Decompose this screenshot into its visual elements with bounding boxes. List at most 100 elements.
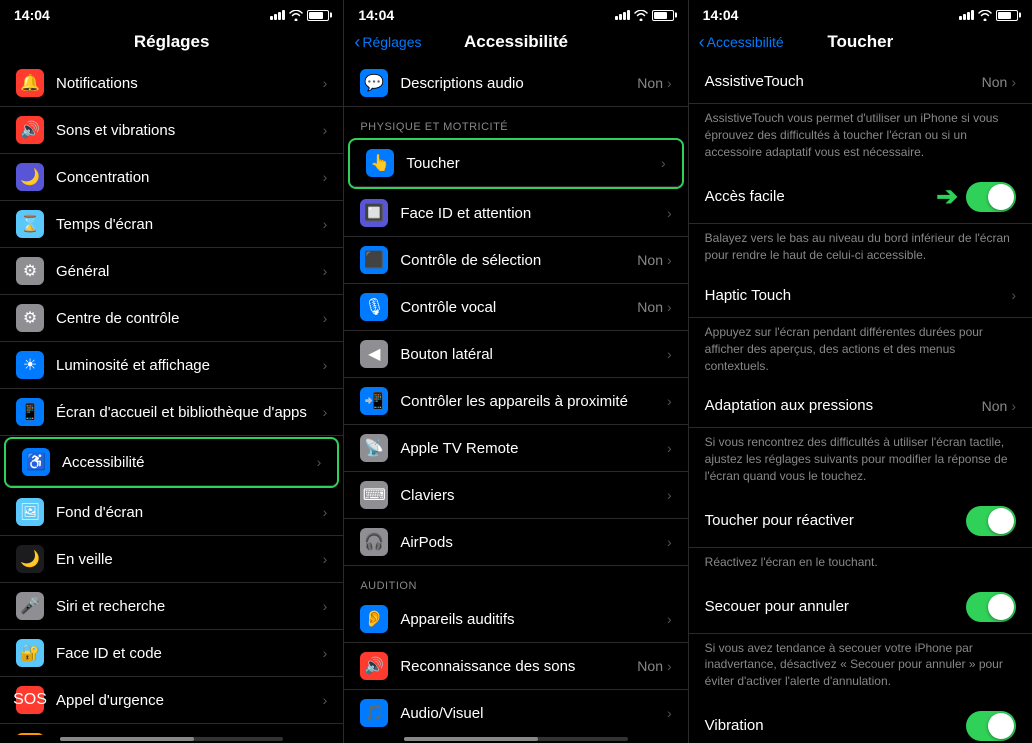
chevron-right-icon: ›	[667, 658, 672, 674]
status-bar-2: 14:04	[344, 0, 687, 28]
list-item[interactable]: 🎵Audio/Visuel›	[344, 690, 687, 735]
list-item[interactable]: ⚙Centre de contrôle›	[0, 295, 343, 342]
list-item[interactable]: ⚙Général›	[0, 248, 343, 295]
chevron-left-icon-2: ‹	[354, 33, 360, 51]
item-icon: 👆	[366, 149, 394, 177]
settings-row[interactable]: AssistiveTouchNon›	[689, 60, 1032, 104]
toggle-switch[interactable]	[966, 711, 1016, 741]
item-icon: ☀	[16, 351, 44, 379]
list-item[interactable]: ♿Accessibilité›	[6, 439, 337, 486]
chevron-right-icon: ›	[323, 551, 328, 567]
item-label: Reconnaissance des sons	[400, 658, 637, 675]
list-item[interactable]: 🎧AirPods›	[344, 519, 687, 566]
list-item[interactable]: 👂Appareils auditifs›	[344, 596, 687, 643]
settings-list-1[interactable]: 🔔Notifications›🔊Sons et vibrations›🌙Conc…	[0, 60, 343, 735]
chevron-right-icon: ›	[667, 393, 672, 409]
toggle-switch[interactable]	[966, 506, 1016, 536]
chevron-right-icon: ›	[323, 598, 328, 614]
list-item[interactable]: 🔲Face ID et attention›	[344, 190, 687, 237]
item-icon: ⬛	[360, 246, 388, 274]
chevron-right-icon: ›	[323, 216, 328, 232]
row-label: Accès facile	[705, 188, 937, 205]
page-title-1: Réglages	[134, 32, 210, 52]
list-item[interactable]: 📲Contrôler les appareils à proximité›	[344, 378, 687, 425]
toggle-switch[interactable]	[966, 182, 1016, 212]
list-item[interactable]: 🌙En veille›	[0, 536, 343, 583]
settings-row[interactable]: Haptic Touch›	[689, 274, 1032, 318]
list-item[interactable]: 👆Toucher›	[350, 140, 681, 187]
list-item[interactable]: 🎤Siri et recherche›	[0, 583, 343, 630]
item-label: Contrôle de sélection	[400, 252, 637, 269]
item-label: Descriptions audio	[400, 75, 637, 92]
list-item[interactable]: ⌛Temps d'écran›	[0, 201, 343, 248]
chevron-right-icon: ›	[667, 705, 672, 721]
item-label: Bouton latéral	[400, 346, 667, 363]
panel-accessibilite: 14:04 ‹ Réglages Accessibilité 💬D	[343, 0, 687, 743]
chevron-right-icon: ›	[667, 205, 672, 221]
section-label: PHYSIQUE ET MOTRICITÉ	[344, 107, 687, 137]
item-icon: 📱	[16, 398, 44, 426]
list-item[interactable]: 🎙Contrôle vocalNon›	[344, 284, 687, 331]
row-description: Si vous rencontrez des difficultés à uti…	[689, 428, 1032, 494]
list-item[interactable]: ⌨Claviers›	[344, 472, 687, 519]
status-icons-2	[615, 10, 674, 21]
status-time-1: 14:04	[14, 7, 50, 23]
chevron-right-icon: ›	[667, 252, 672, 268]
list-item[interactable]: ☀Luminosité et affichage›	[0, 342, 343, 389]
item-label: Claviers	[400, 487, 667, 504]
back-button-3[interactable]: ‹ Accessibilité	[699, 34, 784, 51]
item-label: Toucher	[406, 155, 661, 172]
toucher-content[interactable]: AssistiveTouchNon›AssistiveTouch vous pe…	[689, 60, 1032, 743]
item-label: Temps d'écran	[56, 216, 323, 233]
row-value: Non	[982, 398, 1008, 414]
list-item[interactable]: 🔊Sons et vibrations›	[0, 107, 343, 154]
list-item[interactable]: 🌙Concentration›	[0, 154, 343, 201]
nav-header-1: Réglages	[0, 28, 343, 60]
item-icon: 🎙	[360, 293, 388, 321]
panel-toucher: 14:04 ‹ Accessibilité Toucher Assi	[688, 0, 1032, 743]
chevron-right-icon: ›	[667, 440, 672, 456]
item-label: Accessibilité	[62, 454, 317, 471]
item-icon: ⌨	[360, 481, 388, 509]
list-item[interactable]: ⚠Notifications d'exposition›	[0, 724, 343, 735]
row-label: Vibration	[705, 717, 966, 734]
chevron-right-icon: ›	[323, 169, 328, 185]
item-label: Sons et vibrations	[56, 122, 323, 139]
toggle-switch[interactable]	[966, 592, 1016, 622]
status-bar-1: 14:04	[0, 0, 343, 28]
item-label: Luminosité et affichage	[56, 357, 323, 374]
list-item[interactable]: ⬛Contrôle de sélectionNon›	[344, 237, 687, 284]
list-item[interactable]: 🔐Face ID et code›	[0, 630, 343, 677]
chevron-right-icon: ›	[667, 346, 672, 362]
status-bar-3: 14:04	[689, 0, 1032, 28]
item-label: AirPods	[400, 534, 667, 551]
signal-bars-1	[270, 10, 285, 20]
highlighted-item-wrapper: 👆Toucher›	[348, 138, 683, 189]
settings-row[interactable]: Accès facile➔	[689, 170, 1032, 224]
nav-header-2: ‹ Réglages Accessibilité	[344, 28, 687, 60]
chevron-right-icon: ›	[323, 75, 328, 91]
list-item[interactable]: 🔊Reconnaissance des sonsNon›	[344, 643, 687, 690]
toggle-knob	[988, 713, 1014, 739]
item-label: Contrôler les appareils à proximité	[400, 393, 667, 410]
accessibility-list[interactable]: 💬Descriptions audioNon›PHYSIQUE ET MOTRI…	[344, 60, 687, 735]
list-item[interactable]: SOSAppel d'urgence›	[0, 677, 343, 724]
settings-row[interactable]: Toucher pour réactiver	[689, 495, 1032, 548]
list-item[interactable]: 📡Apple TV Remote›	[344, 425, 687, 472]
status-icons-1	[270, 10, 329, 21]
item-icon: 🖼	[16, 498, 44, 526]
list-item[interactable]: 💬Descriptions audioNon›	[344, 60, 687, 107]
list-item[interactable]: 🖼Fond d'écran›	[0, 489, 343, 536]
settings-row[interactable]: Vibration	[689, 700, 1032, 743]
item-icon: ♿	[22, 448, 50, 476]
list-item[interactable]: 📱Écran d'accueil et bibliothèque d'apps›	[0, 389, 343, 436]
list-item[interactable]: 🔔Notifications›	[0, 60, 343, 107]
settings-row[interactable]: Adaptation aux pressionsNon›	[689, 384, 1032, 428]
list-item[interactable]: ◀Bouton latéral›	[344, 331, 687, 378]
chevron-right-icon: ›	[323, 645, 328, 661]
toggle-knob	[988, 594, 1014, 620]
chevron-right-icon: ›	[323, 122, 328, 138]
chevron-right-icon: ›	[1011, 398, 1016, 414]
settings-row[interactable]: Secouer pour annuler	[689, 581, 1032, 634]
back-button-2[interactable]: ‹ Réglages	[354, 34, 421, 51]
